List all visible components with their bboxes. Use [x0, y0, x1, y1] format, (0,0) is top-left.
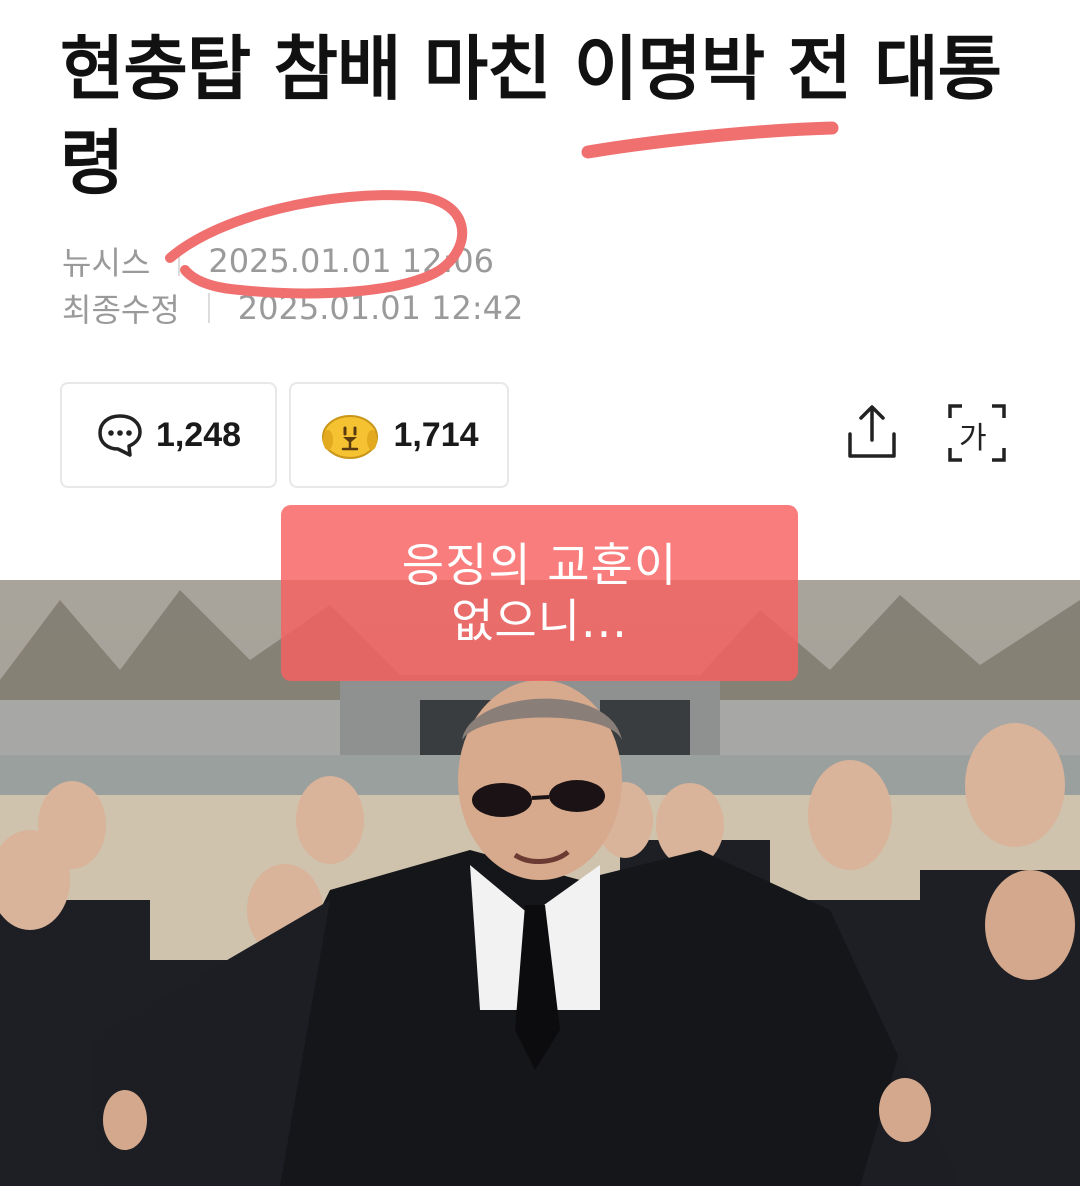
overlay-caption-line1: 응징의 교훈이: [401, 538, 678, 592]
overlay-caption: 응징의 교훈이 없으니...: [281, 505, 798, 681]
meta-divider: [207, 293, 210, 323]
comments-button[interactable]: 1,248: [60, 382, 277, 488]
reactions-count: 1,714: [393, 415, 479, 454]
modified-label: 최종수정: [62, 291, 180, 329]
share-icon[interactable]: [844, 402, 900, 462]
published-datetime: 2025.01.01 12:06: [208, 242, 494, 280]
overlay-caption-line2: 없으니...: [451, 594, 628, 648]
reactions-button[interactable]: 1,714: [289, 382, 509, 488]
font-size-button[interactable]: 가: [946, 402, 1008, 464]
news-source[interactable]: 뉴시스: [62, 238, 150, 284]
publish-info: 뉴시스 2025.01.01 12:06: [62, 238, 494, 284]
modified-info: 최종수정 2025.01.01 12:42: [62, 285, 523, 331]
modified-datetime: 2025.01.01 12:42: [237, 289, 524, 327]
news-article-page: 현충탑 참배 마친 이명박 전 대통령 뉴시스 2025.01.01 12:06…: [0, 0, 1080, 1186]
comments-count: 1,248: [155, 415, 242, 454]
comment-bubble-icon: [98, 414, 142, 457]
reaction-emoji-icon: [322, 415, 379, 459]
meta-divider: [178, 246, 181, 276]
font-size-glyph: 가: [959, 421, 987, 456]
article-headline: 현충탑 참배 마친 이명박 전 대통령: [60, 28, 1002, 204]
